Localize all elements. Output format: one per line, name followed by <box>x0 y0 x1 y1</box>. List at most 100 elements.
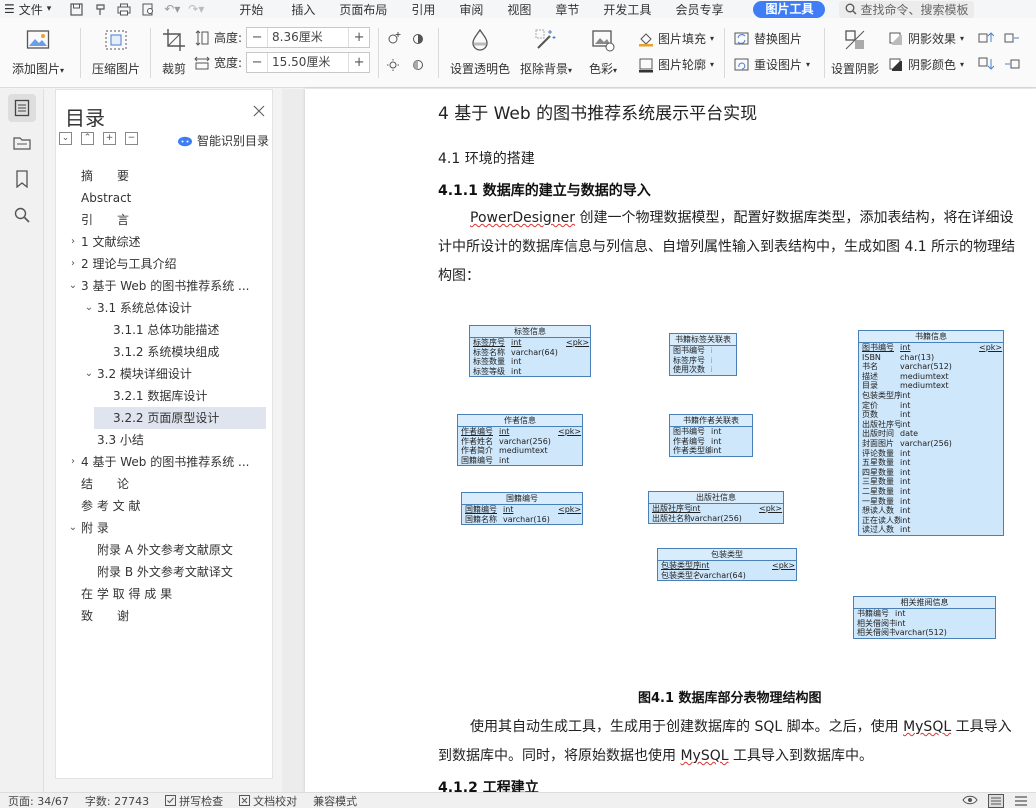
toc-item-achievements[interactable]: 在 学 取 得 成 果 <box>81 583 172 605</box>
er-column-name: 标签序号 <box>673 355 705 365</box>
page-indicator[interactable]: 页面: 34/67 <box>0 793 77 808</box>
cloud-icon <box>178 136 192 146</box>
er-column-type: int <box>900 448 911 458</box>
command-search[interactable]: 查找命令、搜索模板 <box>839 0 975 18</box>
chevron-down-icon[interactable]: ⌄ <box>67 517 79 539</box>
contrast-up-icon[interactable] <box>410 30 426 46</box>
add-picture-button[interactable]: 添加图片▾ <box>12 26 64 77</box>
height-decrease-button[interactable]: − <box>247 30 267 45</box>
toc-item-appendix-a[interactable]: 附录 A 外文参考文献原文 <box>97 539 233 561</box>
toc-item-thanks[interactable]: 致 谢 <box>81 605 129 627</box>
height-increase-button[interactable]: + <box>349 30 369 45</box>
chevron-down-icon[interactable]: ⌄ <box>83 363 95 385</box>
ribbon-picture-tools: 添加图片▾ 压缩图片 裁剪 高度: − 8.36厘米 + 宽度: − 15.50… <box>0 18 1036 88</box>
shadow-effect-button[interactable]: 阴影效果 ▾ <box>888 30 964 47</box>
find-icon[interactable] <box>8 201 36 229</box>
expand-up-icon[interactable]: ⌃ <box>81 132 94 145</box>
page-view-icon[interactable] <box>988 793 1004 808</box>
height-input[interactable]: 8.36厘米 <box>267 28 350 47</box>
toc-item-3-2[interactable]: ⌄ 3.2 模块详细设计 <box>85 363 192 385</box>
toc-item-appendix[interactable]: ⌄ 附 录 <box>69 517 109 539</box>
toc-item-3-2-2[interactable]: 3.2.2 页面原型设计 <box>113 407 219 429</box>
chapter-nav-icon[interactable] <box>8 129 36 157</box>
file-menu[interactable]: ☰ 文件 ▾ <box>0 1 59 18</box>
chevron-down-icon[interactable]: ⌄ <box>67 275 79 297</box>
eye-icon[interactable] <box>962 794 978 806</box>
chevron-right-icon[interactable]: › <box>67 231 79 253</box>
outline-view-icon[interactable] <box>1014 794 1028 808</box>
document-page[interactable]: 4 基于 Web 的图书推荐系统展示平台实现 4.1 环境的搭建 4.1.1 数… <box>305 89 1036 792</box>
replace-picture-button[interactable]: 替换图片 <box>734 30 802 47</box>
tab-view[interactable]: 视图 <box>495 1 543 18</box>
redo-icon[interactable]: ↷▾ <box>185 1 207 17</box>
brightness-up-icon[interactable] <box>386 30 402 46</box>
color-picture-icon <box>589 26 617 54</box>
crop-button[interactable]: 裁剪 <box>160 26 188 77</box>
shadow-left-icon[interactable] <box>1004 56 1020 72</box>
close-icon[interactable] <box>252 104 266 118</box>
set-shadow-button[interactable]: 设置阴影 <box>831 26 879 77</box>
remove-heading-icon[interactable]: − <box>125 132 138 145</box>
tab-insert[interactable]: 插入 <box>279 1 327 18</box>
save-icon[interactable] <box>65 1 87 17</box>
shadow-up-icon[interactable] <box>978 30 994 46</box>
toc-item-ch3[interactable]: ⌄ 3 基于 Web 的图书推荐系统 ... <box>69 275 250 297</box>
picture-outline-button[interactable]: 图片轮廓 ▾ <box>638 56 714 73</box>
tab-home[interactable]: 开始 <box>227 1 275 18</box>
print-icon[interactable] <box>113 1 135 17</box>
format-painter-icon[interactable] <box>89 1 111 17</box>
chevron-right-icon[interactable]: › <box>67 253 79 275</box>
add-heading-icon[interactable]: + <box>103 132 116 145</box>
shadow-down-icon[interactable] <box>978 56 994 72</box>
toc-item-ch4[interactable]: › 4 基于 Web 的图书推荐系统 ... <box>71 451 250 473</box>
print-preview-icon[interactable] <box>137 1 159 17</box>
width-increase-button[interactable]: + <box>349 55 369 70</box>
tab-member[interactable]: 会员专享 <box>663 1 735 18</box>
width-decrease-button[interactable]: − <box>247 55 267 70</box>
width-input[interactable]: 15.50厘米 <box>267 53 350 72</box>
shadow-right-icon[interactable] <box>1004 30 1020 46</box>
brightness-down-icon[interactable] <box>386 56 402 72</box>
compress-picture-button[interactable]: 压缩图片 <box>92 26 140 77</box>
tab-chapter[interactable]: 章节 <box>543 1 591 18</box>
er-column-row: 包装类型序号int <box>859 391 1003 401</box>
bookmark-icon[interactable] <box>8 165 36 193</box>
toc-item-references[interactable]: 参 考 文 献 <box>81 495 140 517</box>
tab-references[interactable]: 引用 <box>399 1 447 18</box>
toc-item-ch2[interactable]: › 2 理论与工具介绍 <box>71 253 176 275</box>
chevron-down-icon[interactable]: ⌄ <box>83 297 95 319</box>
er-diagram-figure[interactable]: 标签信息 标签序号 int <pk> 标签名称 varchar(64) 标签数量 int 标签等… <box>453 321 1013 651</box>
tab-developer[interactable]: 开发工具 <box>591 1 663 18</box>
tab-review[interactable]: 审阅 <box>447 1 495 18</box>
toc-item-3-2-1[interactable]: 3.2.1 数据库设计 <box>113 385 207 407</box>
reset-picture-button[interactable]: 重设图片 ▾ <box>734 56 810 73</box>
width-stepper[interactable]: − 15.50厘米 + <box>246 52 371 73</box>
contrast-down-icon[interactable] <box>410 56 426 72</box>
toc-item-conclusion[interactable]: 结 论 <box>81 473 129 495</box>
toc-panel-icon[interactable] <box>8 94 36 122</box>
smart-toc-button[interactable]: 智能识别目录 <box>177 132 269 149</box>
tab-picture-tools[interactable]: 图片工具 <box>753 0 826 18</box>
toc-item-3-1-1[interactable]: 3.1.1 总体功能描述 <box>113 319 219 341</box>
toc-item-3-1-2[interactable]: 3.1.2 系统模块组成 <box>113 341 219 363</box>
word-count[interactable]: 字数: 27743 <box>77 793 157 808</box>
height-stepper[interactable]: − 8.36厘米 + <box>246 27 371 48</box>
toc-item-abstract-cn[interactable]: 摘 要 <box>81 165 129 187</box>
collapse-all-icon[interactable]: ⌄ <box>59 132 72 145</box>
picture-fill-button[interactable]: 图片填充 ▾ <box>638 30 714 47</box>
tab-page-layout[interactable]: 页面布局 <box>327 1 399 18</box>
proofread-button[interactable]: 文档校对 <box>231 793 305 808</box>
spell-check-button[interactable]: 拼写检查 <box>157 793 231 808</box>
toc-item-abstract-en[interactable]: Abstract <box>81 187 131 209</box>
remove-background-button[interactable]: 抠除背景▾ <box>520 26 572 77</box>
chevron-right-icon[interactable]: › <box>67 451 79 473</box>
set-transparent-color-button[interactable]: 设置透明色 <box>450 26 510 77</box>
color-button[interactable]: 色彩▾ <box>589 26 617 77</box>
toc-item-intro[interactable]: 引 言 <box>81 209 129 231</box>
toc-item-appendix-b[interactable]: 附录 B 外文参考文献译文 <box>97 561 233 583</box>
toc-item-3-1[interactable]: ⌄ 3.1 系统总体设计 <box>85 297 192 319</box>
toc-item-3-3[interactable]: 3.3 小结 <box>97 429 144 451</box>
toc-item-ch1[interactable]: › 1 文献综述 <box>71 231 140 253</box>
undo-icon[interactable]: ↶▾ <box>161 1 183 17</box>
shadow-color-button[interactable]: 阴影颜色 ▾ <box>888 56 964 73</box>
